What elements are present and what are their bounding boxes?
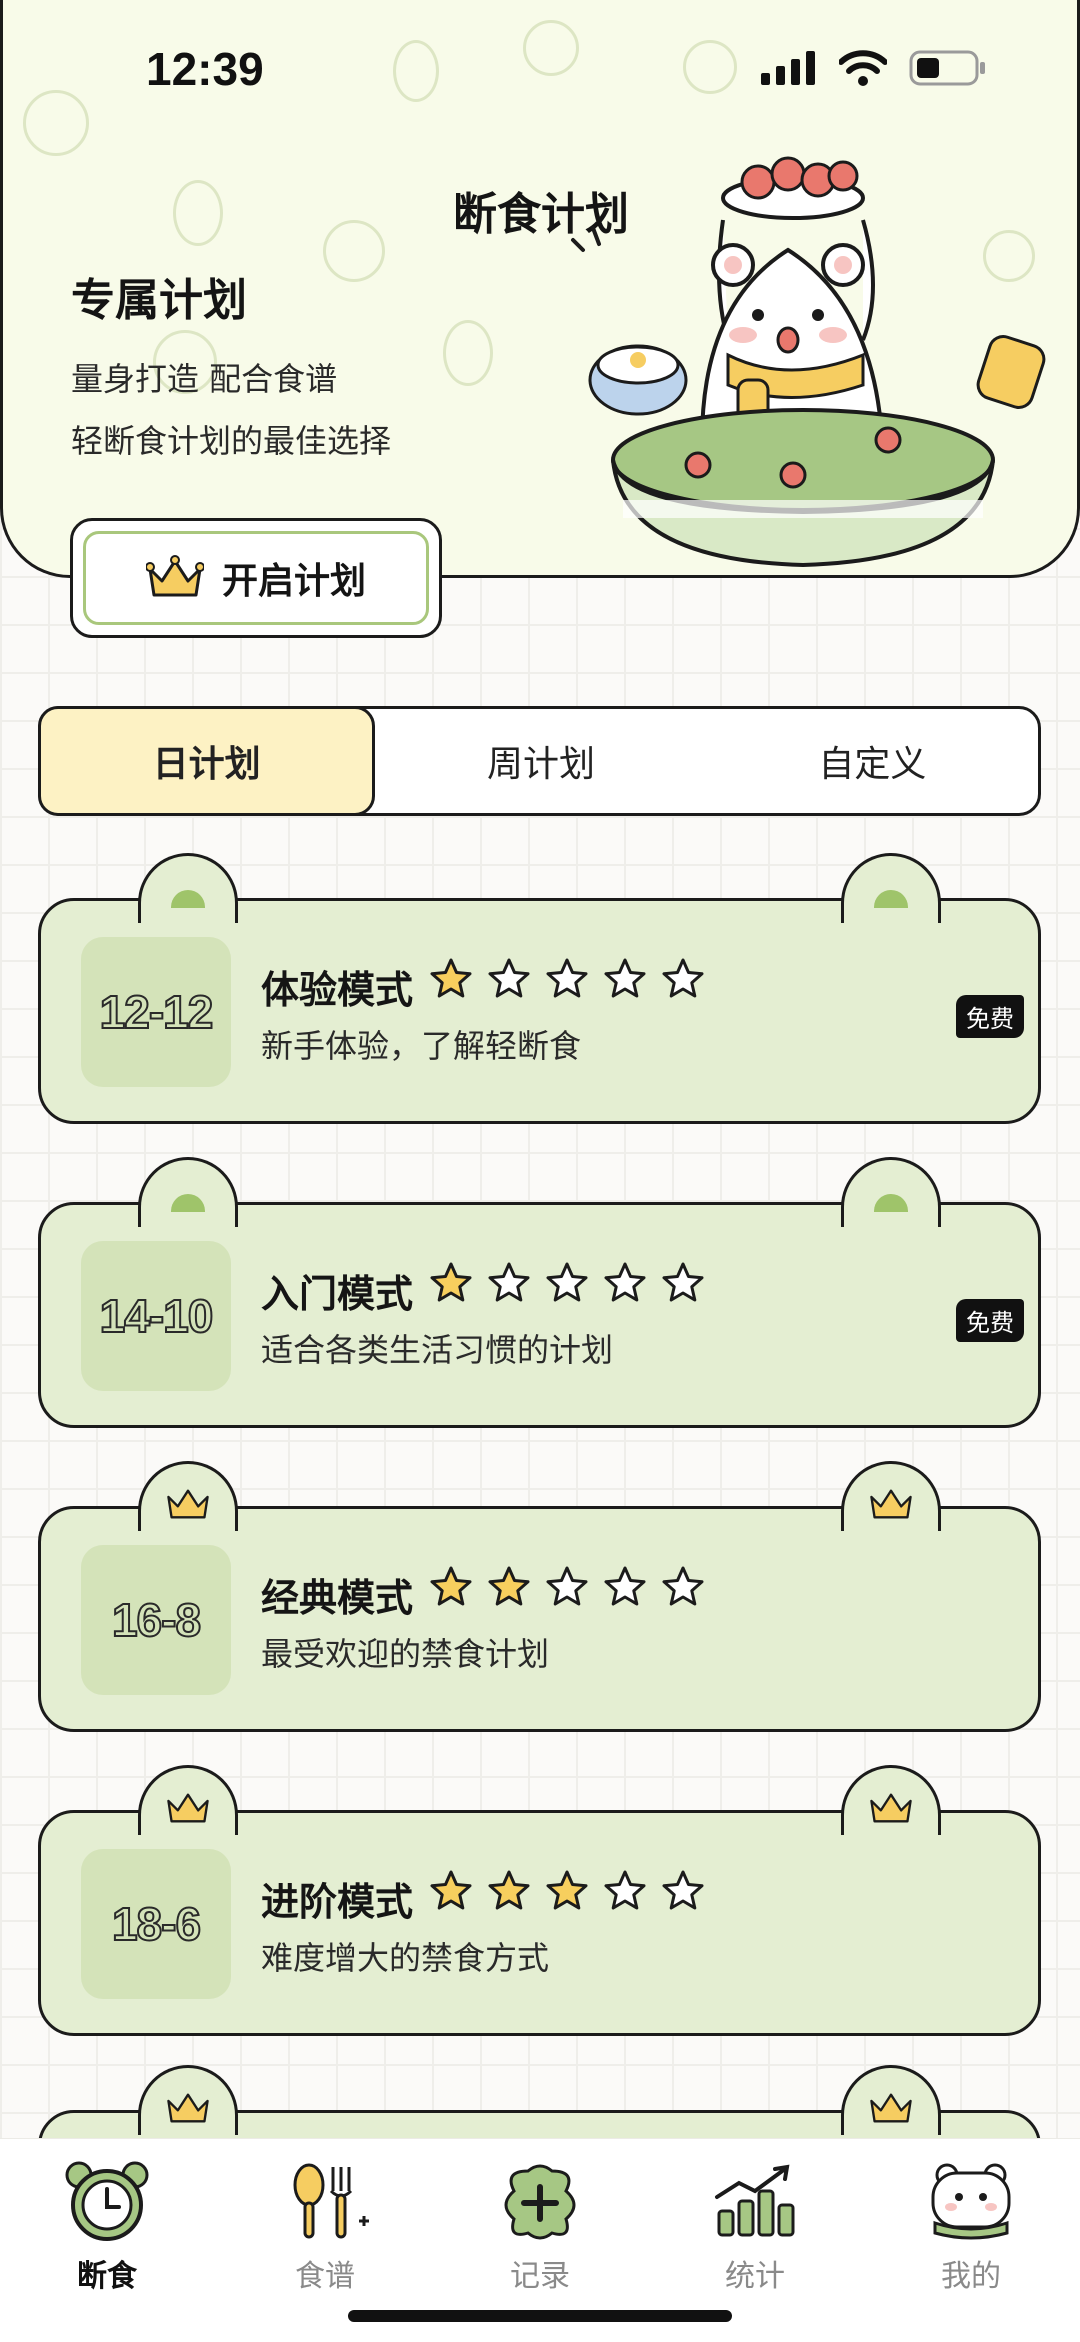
- plan-desc: 适合各类生活习惯的计划: [261, 1331, 614, 1369]
- nav-label: 记录: [510, 2259, 570, 2294]
- status-time: 12:39: [146, 43, 264, 95]
- tab-dot: [874, 890, 908, 908]
- plan-card[interactable]: 18-6 进阶模式难度增大的禁食方式: [38, 1765, 1041, 2036]
- free-badge: 免费: [956, 995, 1024, 1038]
- plan-code: 12-12: [81, 937, 231, 1087]
- hero-desc-line1: 量身打造 配合食谱: [71, 360, 338, 398]
- bear-bowl-illustration: [571, 156, 1046, 568]
- tab-dot: [171, 1194, 205, 1212]
- nav-profile[interactable]: 我的: [896, 2161, 1046, 2295]
- plan-name: 体验模式: [261, 968, 414, 1012]
- star-icon: [545, 1261, 589, 1307]
- star-icon: [603, 1261, 647, 1307]
- plan-card[interactable]: 16-8 经典模式最受欢迎的禁食计划: [38, 1461, 1041, 1732]
- star-icon: [661, 1565, 705, 1611]
- plan-desc: 最受欢迎的禁食计划: [261, 1635, 550, 1673]
- crown-icon: [165, 1790, 211, 1835]
- battery-icon: [909, 50, 985, 86]
- tab-weekly[interactable]: 周计划: [375, 709, 706, 813]
- star-icon: [545, 1869, 589, 1915]
- status-icons: [761, 50, 987, 86]
- star-icon: [603, 1869, 647, 1915]
- difficulty-stars: [429, 957, 705, 1003]
- hero-banner: 12:39 断食计划 专属计划 量身打造 配合食谱 轻断食计划的最佳选择: [0, 0, 1080, 578]
- chart-icon: [715, 2164, 795, 2237]
- nav-fasting[interactable]: 断食: [32, 2161, 182, 2295]
- star-icon: [603, 957, 647, 1003]
- crown-icon: [868, 2090, 914, 2135]
- wifi-icon: [839, 50, 887, 86]
- plan-name: 入门模式: [261, 1272, 414, 1316]
- home-indicator[interactable]: [348, 2310, 732, 2322]
- free-badge: 免费: [956, 1299, 1024, 1342]
- difficulty-stars: [429, 1565, 705, 1611]
- plan-name: 经典模式: [261, 1576, 414, 1620]
- tab-dot: [171, 890, 205, 908]
- plan-code: 14-10: [81, 1241, 231, 1391]
- start-plan-label: 开启计划: [221, 560, 366, 602]
- crown-icon: [868, 1486, 914, 1531]
- bear-avatar-icon: [931, 2163, 1011, 2240]
- clock-icon: [65, 2161, 149, 2241]
- star-icon: [545, 957, 589, 1003]
- start-plan-button[interactable]: 开启计划: [70, 518, 442, 638]
- difficulty-stars: [429, 1261, 705, 1307]
- star-icon: [429, 1565, 473, 1611]
- crown-icon: [165, 2090, 211, 2135]
- star-icon: [661, 957, 705, 1003]
- crown-icon: [868, 1790, 914, 1835]
- star-icon: [487, 1261, 531, 1307]
- nav-recipes[interactable]: 食谱: [250, 2161, 400, 2295]
- star-icon: [603, 1565, 647, 1611]
- tab-custom[interactable]: 自定义: [707, 709, 1038, 813]
- tab-dot: [874, 1194, 908, 1212]
- star-icon: [487, 1565, 531, 1611]
- star-icon: [545, 1565, 589, 1611]
- tab-daily[interactable]: 日计划: [38, 706, 376, 816]
- star-icon: [429, 1869, 473, 1915]
- star-icon: [429, 957, 473, 1003]
- cutlery-icon: [293, 2163, 369, 2239]
- nav-label: 统计: [725, 2259, 785, 2294]
- nav-label: 我的: [941, 2259, 1001, 2294]
- plan-card[interactable]: 12-12 体验模式新手体验，了解轻断食 免费: [38, 853, 1041, 1124]
- star-icon: [487, 1869, 531, 1915]
- nav-label: 断食: [77, 2259, 137, 2294]
- difficulty-stars: [429, 1869, 705, 1915]
- add-record-icon: [504, 2164, 576, 2240]
- crown-icon: [145, 555, 204, 597]
- star-icon: [661, 1869, 705, 1915]
- nav-stats[interactable]: 统计: [680, 2161, 830, 2295]
- hero-subtitle: 专属计划: [71, 275, 247, 326]
- star-icon: [487, 957, 531, 1003]
- nav-record[interactable]: 记录: [465, 2161, 615, 2295]
- hero-desc-line2: 轻断食计划的最佳选择: [71, 422, 392, 460]
- plan-name: 进阶模式: [261, 1880, 414, 1924]
- plan-code: 18-6: [81, 1849, 231, 1999]
- star-icon: [661, 1261, 705, 1307]
- star-icon: [429, 1261, 473, 1307]
- nav-label: 食谱: [295, 2259, 355, 2294]
- plan-desc: 新手体验，了解轻断食: [261, 1027, 582, 1065]
- plan-tabs: 日计划 周计划 自定义: [38, 706, 1041, 816]
- plan-card[interactable]: 14-10 入门模式适合各类生活习惯的计划 免费: [38, 1157, 1041, 1428]
- signal-icon: [761, 51, 815, 85]
- plan-code: 16-8: [81, 1545, 231, 1695]
- plan-desc: 难度增大的禁食方式: [261, 1939, 550, 1977]
- crown-icon: [165, 1486, 211, 1531]
